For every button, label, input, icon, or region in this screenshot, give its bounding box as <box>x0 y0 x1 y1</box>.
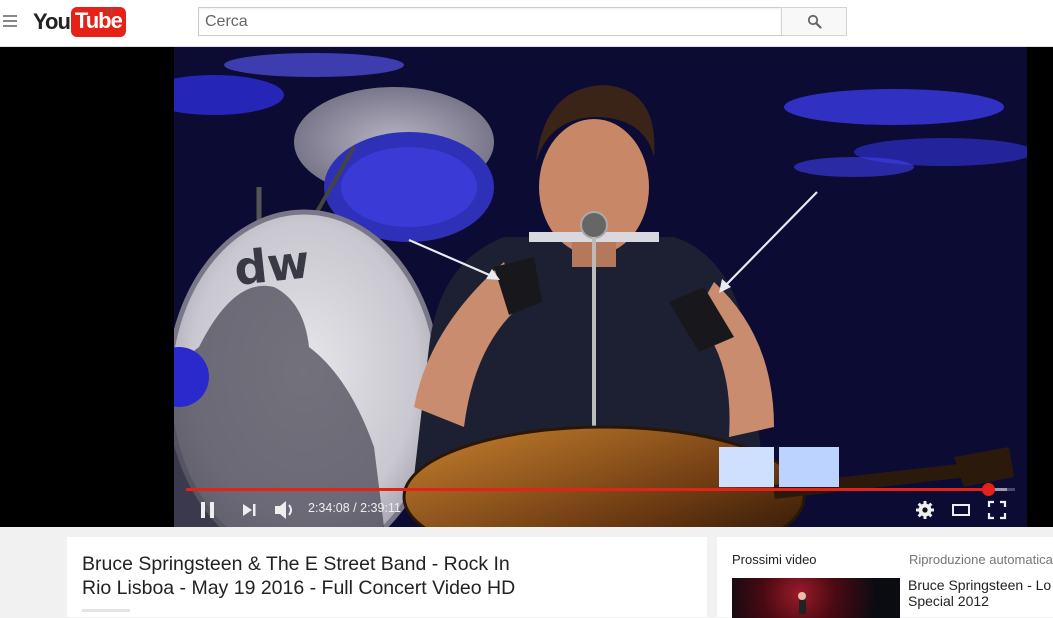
next-video-button[interactable] <box>240 501 258 524</box>
settings-icon <box>916 501 934 519</box>
logo-tube-text: Tube <box>70 7 126 37</box>
mute-button[interactable] <box>273 499 297 526</box>
video-player[interactable]: dw 2:34:08 / 2:39:11 <box>0 47 1053 527</box>
pause-icon <box>201 502 214 518</box>
search-form <box>198 7 848 36</box>
video-frame[interactable]: dw <box>174 47 1027 527</box>
video-info-card: Bruce Springsteen & The E Street Band - … <box>67 537 707 617</box>
volume-icon <box>275 501 292 519</box>
up-next-label: Prossimi video <box>732 552 817 567</box>
related-title-line1: Bruce Springsteen - Lo <box>908 577 1052 593</box>
related-video-title[interactable]: Bruce Springsteen - Lo Special 2012 <box>908 577 1053 609</box>
related-video-thumbnail[interactable] <box>732 578 900 618</box>
country-code: IT <box>106 8 115 19</box>
time-display: 2:34:08 / 2:39:11 <box>308 501 401 515</box>
video-title-line1: Bruce Springsteen & The E Street Band - … <box>82 553 510 575</box>
theater-mode-icon <box>952 504 970 516</box>
settings-button[interactable] <box>915 500 935 525</box>
video-title: Bruce Springsteen & The E Street Band - … <box>82 552 552 600</box>
search-button[interactable] <box>781 7 847 36</box>
search-input[interactable] <box>198 7 782 36</box>
masthead: You Tube IT <box>0 0 1053 47</box>
autoplay-toggle-label[interactable]: Riproduzione automatica <box>909 552 1053 567</box>
related-thumbnail-image <box>798 592 806 614</box>
related-videos-sidebar: Prossimi video Riproduzione automatica B… <box>717 537 1053 618</box>
related-title-line2: Special 2012 <box>908 593 989 609</box>
theater-mode-button[interactable] <box>951 501 971 524</box>
fullscreen-icon <box>987 500 1007 520</box>
progress-played <box>186 488 989 491</box>
progress-bar[interactable] <box>186 483 1015 496</box>
play-pause-button[interactable] <box>198 501 218 524</box>
logo-you-text: You <box>33 9 71 34</box>
search-icon <box>807 14 822 29</box>
fullscreen-button[interactable] <box>987 500 1007 525</box>
concert-scene: dw <box>174 47 1027 527</box>
next-icon <box>243 504 256 516</box>
guide-menu-icon[interactable] <box>3 15 17 27</box>
video-title-line2: Rio Lisboa - May 19 2016 - Full Concert … <box>82 577 516 599</box>
